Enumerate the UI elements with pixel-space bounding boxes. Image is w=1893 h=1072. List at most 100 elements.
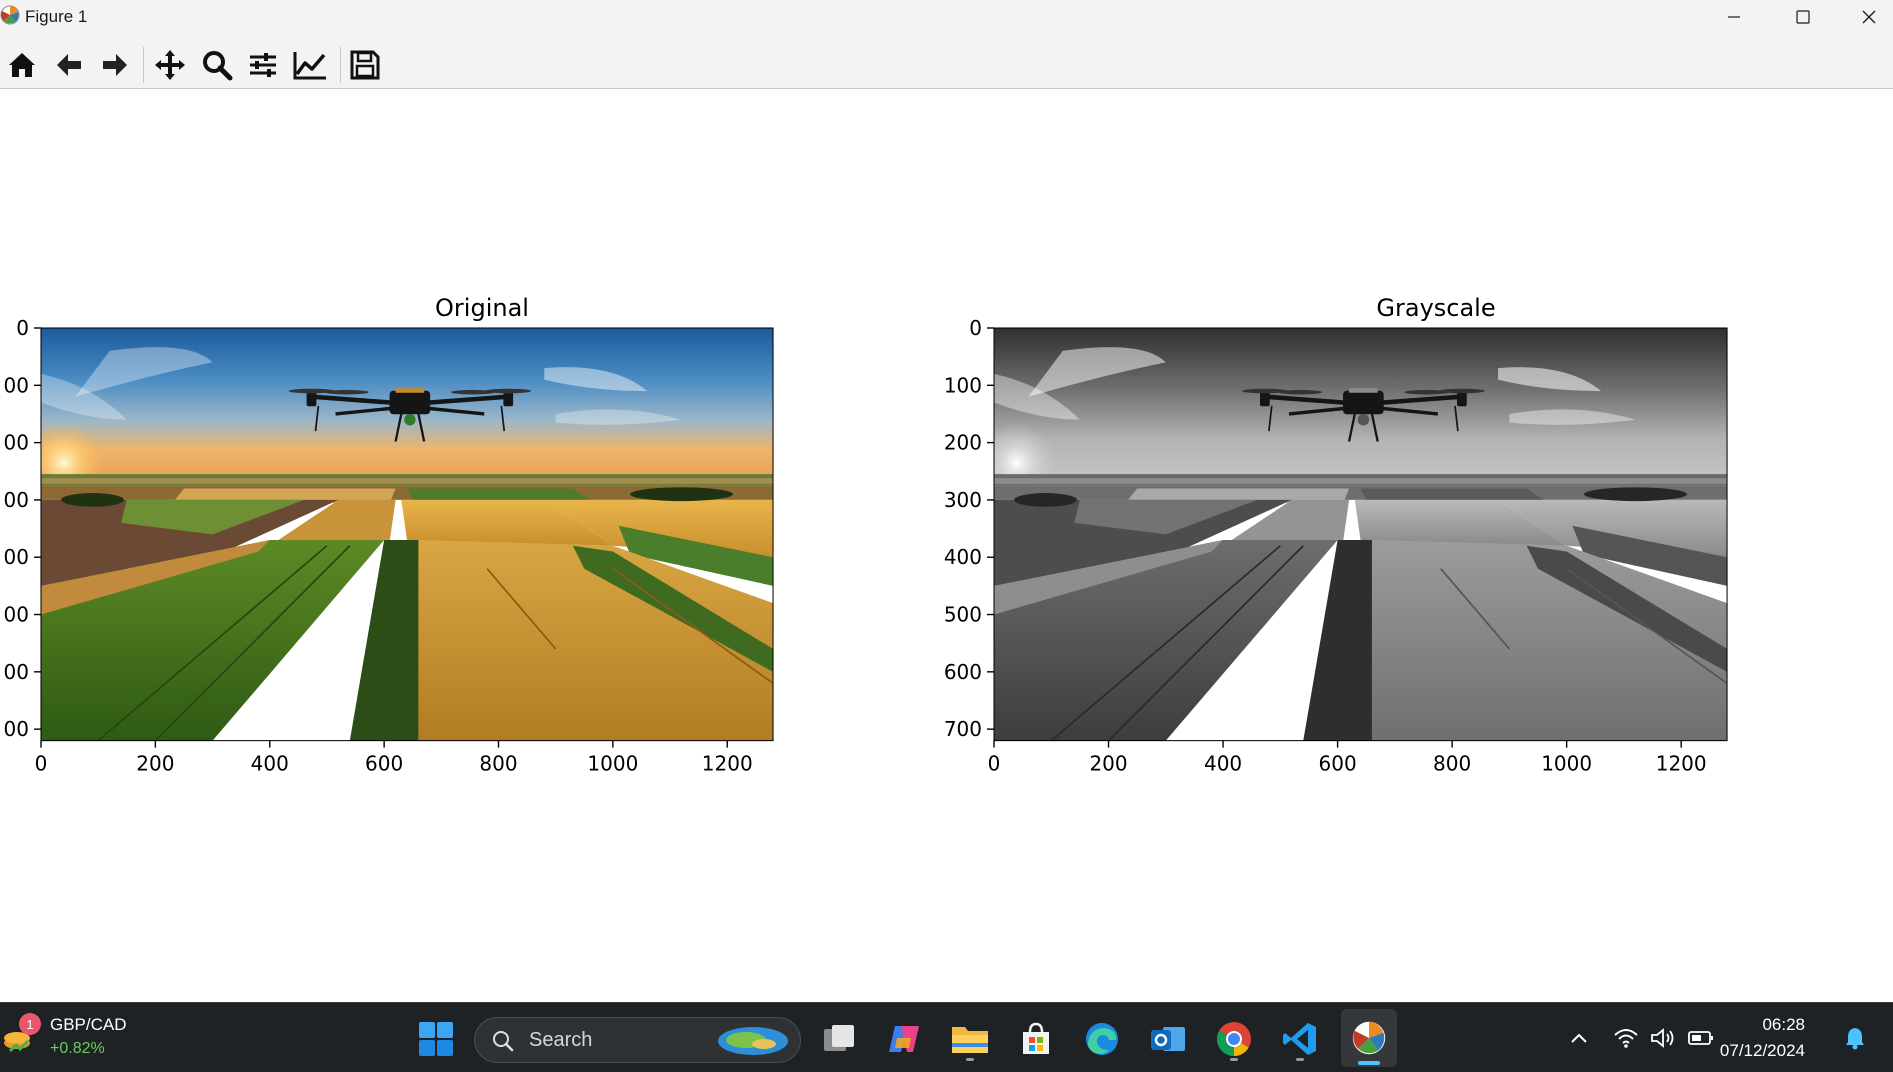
toolbar-separator xyxy=(340,47,341,83)
pan-button[interactable] xyxy=(150,45,190,85)
search-highlight-icon xyxy=(718,1027,788,1055)
outlook-button[interactable] xyxy=(1144,1015,1192,1063)
x-tick-label: 1000 xyxy=(1541,752,1592,776)
search-placeholder: Search xyxy=(529,1029,593,1051)
pan-icon xyxy=(155,50,185,80)
wifi-icon xyxy=(1614,1029,1638,1048)
chevron-up-icon xyxy=(1571,1033,1587,1043)
y-tick-label: 400 xyxy=(944,545,982,569)
ticker-widget[interactable]: 1 GBP/CAD +0.82% xyxy=(0,1003,140,1072)
home-icon xyxy=(9,53,35,77)
wifi-status[interactable] xyxy=(1608,1023,1644,1053)
vscode-icon xyxy=(1283,1023,1316,1055)
clock-date[interactable]: 07/12/2024 xyxy=(1720,1041,1805,1061)
y-tick-label: 100 xyxy=(944,373,982,397)
task-view-button[interactable] xyxy=(815,1015,863,1063)
y-tick-label: 00 xyxy=(4,545,29,569)
chrome-button[interactable] xyxy=(1210,1015,1258,1063)
y-tick-label: 00 xyxy=(4,717,29,741)
y-tick-label: 00 xyxy=(4,373,29,397)
x-tick-label: 800 xyxy=(479,752,517,776)
folder-icon xyxy=(952,1027,988,1053)
file-explorer-button[interactable] xyxy=(946,1015,994,1063)
navigation-toolbar xyxy=(0,39,1893,89)
outlook-icon xyxy=(1151,1027,1185,1051)
x-tick-label: 600 xyxy=(1319,752,1357,776)
back-button[interactable] xyxy=(49,45,89,85)
microsoft-store-button[interactable] xyxy=(1012,1015,1060,1063)
zoom-icon xyxy=(203,51,233,81)
y-tick-label: 500 xyxy=(944,603,982,627)
show-hidden-icons-button[interactable] xyxy=(1564,1023,1594,1053)
zoom-button[interactable] xyxy=(197,45,237,85)
x-tick-label: 600 xyxy=(365,752,403,776)
x-tick-label: 0 xyxy=(35,752,48,776)
subplots-icon xyxy=(250,53,276,77)
chrome-icon xyxy=(1216,1022,1251,1057)
forward-arrow-icon xyxy=(103,54,127,76)
y-tick-label: 00 xyxy=(4,660,29,684)
toolbar-separator xyxy=(143,47,144,83)
forward-button[interactable] xyxy=(95,45,135,85)
speaker-icon xyxy=(1651,1028,1674,1048)
battery-status[interactable] xyxy=(1684,1023,1718,1053)
maximize-button[interactable] xyxy=(1773,0,1833,34)
volume-status[interactable] xyxy=(1646,1023,1680,1053)
y-tick-label: 200 xyxy=(944,431,982,455)
minimize-button[interactable] xyxy=(1704,0,1764,34)
home-button[interactable] xyxy=(2,45,42,85)
windows-taskbar: 1 GBP/CAD +0.82% Search 06:28 07/12/2024 xyxy=(0,1002,1893,1072)
store-icon xyxy=(1023,1022,1049,1054)
running-indicator xyxy=(1296,1058,1304,1061)
maximize-icon xyxy=(1796,10,1810,24)
task-view-icon xyxy=(824,1025,854,1051)
y-tick-label: 00 xyxy=(4,488,29,512)
clock-time[interactable]: 06:28 xyxy=(1762,1015,1805,1035)
x-tick-label: 400 xyxy=(251,752,289,776)
grayscale-image xyxy=(993,327,1728,742)
taskbar-search[interactable]: Search xyxy=(474,1017,801,1063)
configure-subplots-button[interactable] xyxy=(243,45,283,85)
minimize-icon xyxy=(1728,16,1740,18)
battery-icon xyxy=(1688,1031,1713,1045)
axes-original: Original 0 200 400 600 800 1000 12000000… xyxy=(4,294,774,776)
x-tick-label: 200 xyxy=(136,752,174,776)
save-icon xyxy=(350,50,380,80)
original-image xyxy=(40,327,774,742)
title-bar[interactable]: Figure 1 xyxy=(0,0,1893,39)
vscode-button[interactable] xyxy=(1276,1015,1324,1063)
matplotlib-taskbar-button[interactable] xyxy=(1341,1009,1397,1067)
running-indicator xyxy=(966,1058,974,1061)
active-window-indicator xyxy=(1358,1061,1380,1065)
x-tick-label: 1200 xyxy=(1656,752,1707,776)
x-tick-label: 0 xyxy=(988,752,1001,776)
notifications-button[interactable] xyxy=(1838,1023,1872,1053)
x-tick-label: 1200 xyxy=(702,752,753,776)
y-tick-label: 00 xyxy=(4,431,29,455)
search-icon xyxy=(493,1031,514,1052)
window-title: Figure 1 xyxy=(25,7,88,26)
x-tick-label: 400 xyxy=(1204,752,1242,776)
figure-canvas[interactable]: Original 0 200 400 600 800 1000 1200 0 0… xyxy=(0,90,1893,1002)
axes-title-original: Original xyxy=(435,294,529,322)
save-button[interactable] xyxy=(345,45,385,85)
axes-grayscale: Grayscale 0 200 400 600 800 1000 1200010… xyxy=(944,294,1728,776)
figure-svg: Original 0 200 400 600 800 1000 12000000… xyxy=(4,294,1728,776)
start-button[interactable] xyxy=(412,1015,460,1063)
y-tick-label: 00 xyxy=(4,603,29,627)
notification-badge: 1 xyxy=(19,1013,41,1035)
close-button[interactable] xyxy=(1845,0,1893,34)
edge-button[interactable] xyxy=(1078,1015,1126,1063)
edit-axis-button[interactable] xyxy=(290,45,330,85)
close-icon xyxy=(1862,10,1876,24)
matplotlib-window: Figure 1 Original 0 200 400 600 800 1000… xyxy=(0,0,1893,1072)
x-tick-label: 800 xyxy=(1433,752,1471,776)
matplotlib-icon xyxy=(0,5,20,25)
axes-title-grayscale: Grayscale xyxy=(1376,294,1495,322)
copilot-icon xyxy=(889,1026,919,1052)
windows-start-icon xyxy=(419,1022,453,1056)
y-tick-label: 700 xyxy=(944,717,982,741)
bell-icon xyxy=(1846,1028,1864,1050)
copilot-button[interactable] xyxy=(880,1015,928,1063)
y-tick-label: 0 xyxy=(969,316,982,340)
